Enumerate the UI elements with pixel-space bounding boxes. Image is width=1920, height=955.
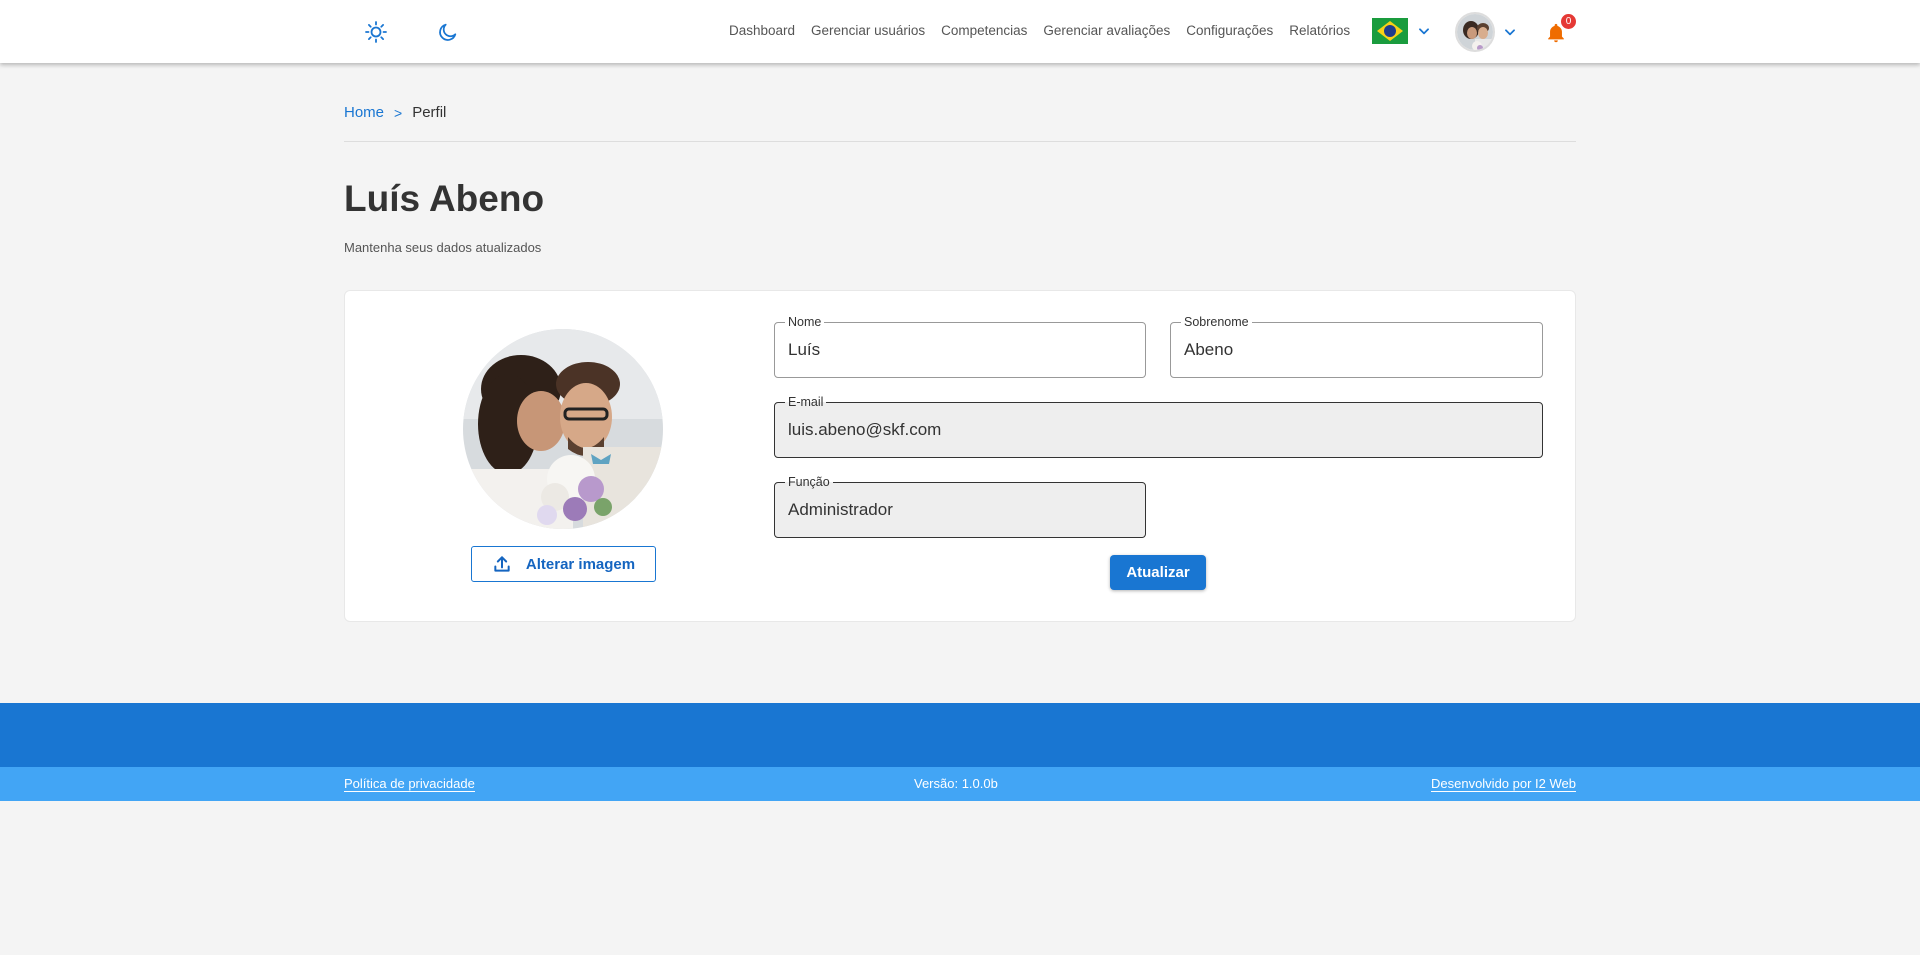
nav-competencies[interactable]: Competencias: [941, 23, 1027, 38]
nav-settings[interactable]: Configurações: [1186, 23, 1273, 38]
last-name-input[interactable]: [1184, 323, 1529, 377]
breadcrumb-separator: >: [394, 104, 403, 121]
chevron-down-icon: [1419, 28, 1429, 35]
breadcrumb-current: Perfil: [412, 104, 447, 121]
first-name-field: Nome: [774, 314, 1146, 378]
chevron-down-icon: [1505, 29, 1515, 36]
user-menu[interactable]: [1455, 12, 1517, 52]
moon-icon: [439, 23, 457, 41]
role-input: [788, 483, 1132, 537]
role-field: Função: [774, 474, 1146, 538]
avatar: [1455, 12, 1495, 52]
developer-link[interactable]: Desenvolvido por I2 Web: [1430, 776, 1576, 792]
update-button[interactable]: Atualizar: [1110, 555, 1206, 590]
dark-mode-toggle[interactable]: [434, 18, 462, 46]
language-selector[interactable]: [1372, 18, 1431, 44]
first-name-input[interactable]: [788, 323, 1132, 377]
nav-reports[interactable]: Relatórios: [1289, 23, 1350, 38]
top-navbar: Dashboard Gerenciar usuários Competencia…: [0, 0, 1920, 63]
privacy-policy-link[interactable]: Política de privacidade: [344, 776, 475, 792]
change-image-button[interactable]: Alterar imagem: [471, 546, 656, 582]
light-mode-toggle[interactable]: [362, 18, 390, 46]
nav-manage-users[interactable]: Gerenciar usuários: [811, 23, 925, 38]
upload-icon: [494, 556, 510, 572]
notifications-button[interactable]: 0: [1545, 14, 1576, 48]
sun-icon: [365, 21, 387, 43]
breadcrumb-home[interactable]: Home: [344, 104, 384, 121]
profile-picture: [463, 329, 663, 529]
page-title: Luís Abeno: [344, 178, 545, 219]
nav-manage-evaluations[interactable]: Gerenciar avaliações: [1043, 23, 1170, 38]
version-text: Versão: 1.0.0b: [914, 776, 998, 791]
footer-bar: Política de privacidade Versão: 1.0.0b D…: [0, 767, 1920, 801]
email-field: E-mail: [774, 394, 1543, 458]
notification-badge: 0: [1561, 14, 1576, 29]
divider: [344, 141, 1576, 142]
breadcrumb: Home > Perfil: [344, 104, 446, 121]
last-name-field: Sobrenome: [1170, 314, 1543, 378]
nav-dashboard[interactable]: Dashboard: [729, 23, 795, 38]
brazil-flag-icon: [1372, 18, 1408, 44]
email-input: [788, 403, 1529, 457]
main-nav: Dashboard Gerenciar usuários Competencia…: [729, 23, 1350, 38]
page-subtitle: Mantenha seus dados atualizados: [344, 240, 542, 255]
footer-banner: [0, 703, 1920, 767]
change-image-label: Alterar imagem: [525, 555, 636, 573]
